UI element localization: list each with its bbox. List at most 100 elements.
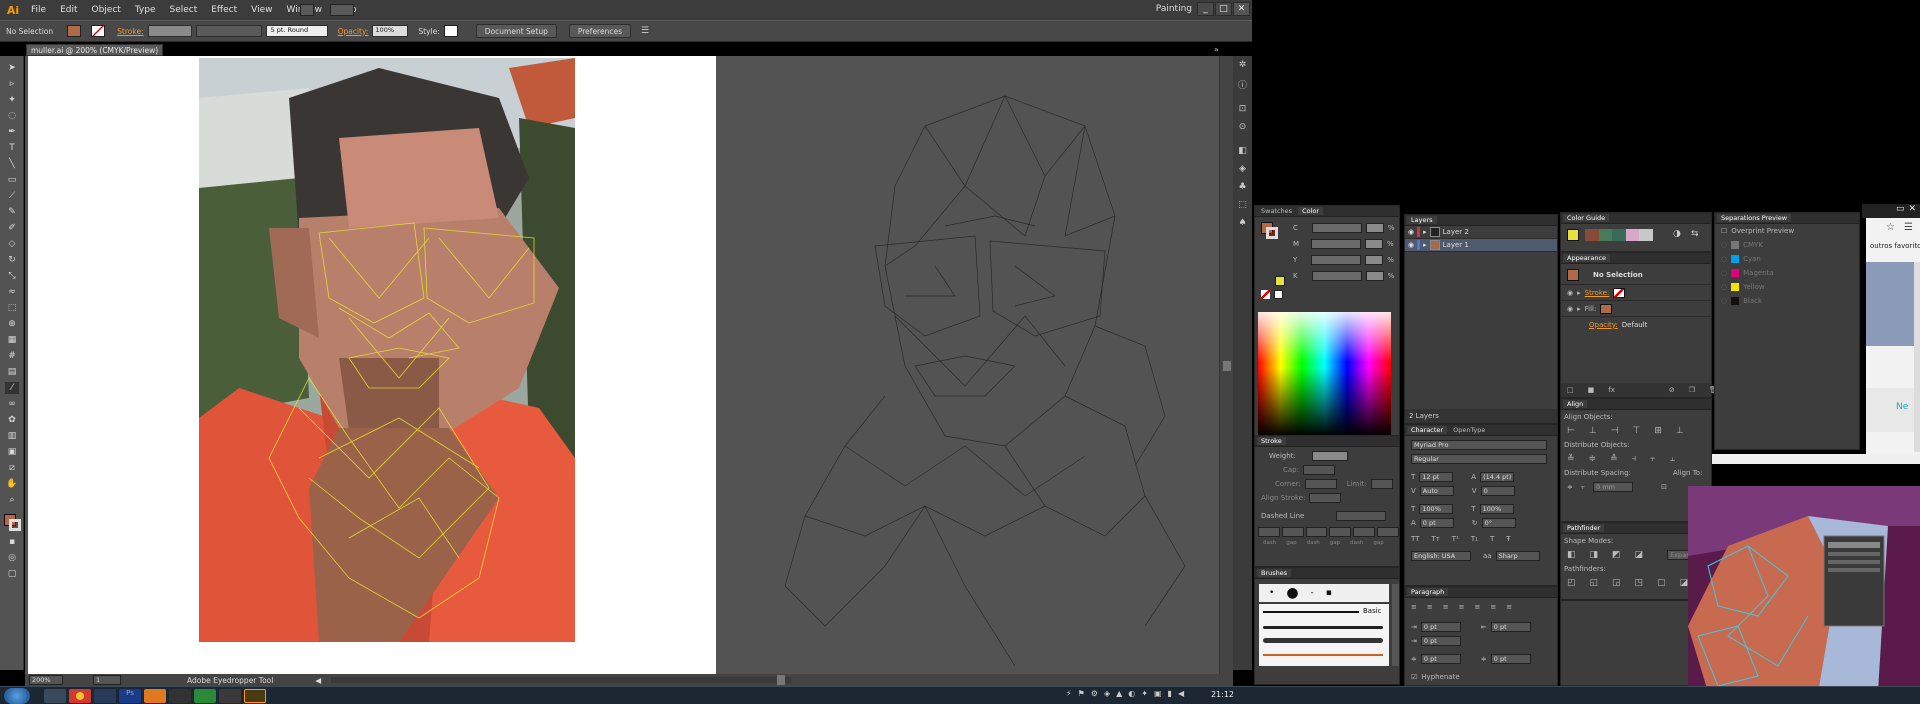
taskbar-clock[interactable]: 21:12 bbox=[1211, 690, 1234, 699]
attributes-icon[interactable]: ⊙ bbox=[1236, 122, 1249, 134]
crop-icon[interactable]: ◳ bbox=[1635, 578, 1644, 588]
justify-all-icon[interactable]: ≡ bbox=[1506, 603, 1512, 611]
left-indent-field[interactable]: 0 pt bbox=[1420, 622, 1461, 632]
gap-3-field[interactable] bbox=[1377, 527, 1399, 537]
column-graph-tool-icon[interactable]: ▥ bbox=[5, 430, 19, 442]
bridge-icon[interactable] bbox=[300, 4, 314, 16]
out-of-gamut-swatch[interactable] bbox=[1275, 276, 1285, 286]
tray-icon-1[interactable]: ⚡ bbox=[1066, 689, 1072, 698]
close-button[interactable]: ✕ bbox=[1233, 2, 1250, 16]
menu-type[interactable]: Type bbox=[128, 5, 163, 15]
weight-field[interactable] bbox=[1311, 451, 1348, 461]
appearance-stroke-label[interactable]: Stroke: bbox=[1585, 289, 1610, 297]
slider-m[interactable] bbox=[1311, 239, 1362, 249]
brush-calligraphic-icon[interactable]: ▪ bbox=[1326, 588, 1332, 598]
symbols-icon[interactable]: ♣ bbox=[1236, 182, 1249, 194]
dashed-line-label[interactable]: Dashed Line bbox=[1261, 512, 1304, 520]
type-tool-icon[interactable]: T bbox=[5, 142, 19, 154]
menu-effect[interactable]: Effect bbox=[204, 5, 244, 15]
draw-mode-icon[interactable]: ◎ bbox=[5, 552, 19, 564]
dist-top-icon[interactable]: ≚ bbox=[1567, 454, 1575, 464]
volume-icon[interactable]: ◀ bbox=[1178, 689, 1184, 698]
duplicate-item-icon[interactable]: ❐ bbox=[1689, 386, 1695, 394]
tray-icon-7[interactable]: ✦ bbox=[1141, 689, 1148, 698]
edit-colors-icon[interactable]: ◑ bbox=[1673, 229, 1681, 239]
add-effect-icon[interactable]: fx bbox=[1608, 386, 1615, 394]
unite-icon[interactable]: ◧ bbox=[1567, 550, 1576, 560]
tray-icon-3[interactable]: ⚙ bbox=[1091, 689, 1098, 698]
color-spectrum[interactable] bbox=[1258, 312, 1391, 436]
clear-appearance-icon[interactable]: ⊘ bbox=[1669, 386, 1675, 394]
align-left-icon[interactable]: ≡ bbox=[1411, 603, 1417, 611]
slider-c[interactable] bbox=[1311, 223, 1362, 233]
cap-buttons[interactable] bbox=[1302, 465, 1335, 475]
artboard-navigation-field[interactable]: 1 bbox=[93, 675, 121, 685]
links-icon[interactable]: ♠ bbox=[1236, 218, 1249, 230]
scroll-left-icon[interactable]: ◀ bbox=[315, 676, 321, 685]
panel-icon-1[interactable]: ✲ bbox=[1236, 60, 1249, 72]
appearance-fill-label[interactable]: Fill: bbox=[1585, 305, 1597, 313]
dash-3-field[interactable] bbox=[1353, 527, 1376, 537]
brush-definition-field[interactable]: 5 pt. Round bbox=[265, 25, 328, 37]
control-panel-menu-icon[interactable]: ☰ bbox=[641, 26, 649, 36]
brush-small-icon[interactable]: • bbox=[1269, 588, 1274, 598]
minus-back-icon[interactable]: ◪ bbox=[1680, 578, 1689, 588]
align-left-edge-icon[interactable]: ⊢ bbox=[1567, 426, 1575, 436]
vertical-scrollbar[interactable] bbox=[1219, 56, 1233, 674]
dist-left-icon[interactable]: ⫞ bbox=[1632, 454, 1637, 464]
corner-buttons[interactable] bbox=[1304, 479, 1337, 489]
horizontal-scale-field[interactable]: 100% bbox=[1479, 504, 1514, 514]
harmony-swatches[interactable] bbox=[1585, 229, 1653, 241]
tray-icon-8[interactable]: ▣ bbox=[1154, 689, 1162, 698]
spacing-field[interactable]: 0 mm bbox=[1593, 482, 1634, 492]
font-family-field[interactable]: Myriad Pro bbox=[1411, 440, 1547, 450]
overprint-checkbox[interactable]: ☐ bbox=[1721, 227, 1727, 235]
save-color-group-icon[interactable]: ⇆ bbox=[1691, 229, 1699, 239]
blob-brush-tool-icon[interactable]: ✐ bbox=[5, 222, 19, 234]
fill-expand-icon[interactable]: ▸ bbox=[1577, 305, 1581, 313]
white-swatch[interactable] bbox=[1274, 290, 1283, 299]
bookmark-star-icon[interactable]: ☆ bbox=[1886, 222, 1895, 233]
pen-tool-icon[interactable]: ✒ bbox=[5, 126, 19, 138]
align-bottom-icon[interactable]: ⊥ bbox=[1676, 426, 1684, 436]
layer-row[interactable]: ◉ ▸ Layer 2 bbox=[1405, 226, 1557, 239]
layer-name[interactable]: Layer 1 bbox=[1443, 241, 1469, 249]
font-style-field[interactable]: Regular bbox=[1411, 454, 1547, 464]
leading-field[interactable]: (14.4 pt) bbox=[1480, 472, 1515, 482]
space-before-field[interactable]: 0 pt bbox=[1420, 654, 1461, 664]
justify-left-icon[interactable]: ≡ bbox=[1459, 603, 1465, 611]
color-mode-icon[interactable]: ▪ bbox=[5, 536, 19, 548]
hand-tool-icon[interactable]: ✋ bbox=[5, 478, 19, 490]
intersect-icon[interactable]: ◩ bbox=[1612, 550, 1621, 560]
perspective-grid-tool-icon[interactable]: ▦ bbox=[5, 334, 19, 346]
rectangle-tool-icon[interactable]: ▭ bbox=[5, 174, 19, 186]
visibility-eye-icon[interactable]: ◉ bbox=[1408, 241, 1414, 249]
zoom-tool-icon[interactable]: ⌕ bbox=[5, 494, 19, 506]
dash-2-field[interactable] bbox=[1305, 527, 1328, 537]
info-icon[interactable]: ⓘ bbox=[1236, 78, 1249, 91]
dist-right-icon[interactable]: ⫠ bbox=[1670, 454, 1675, 464]
brush-strokes-list[interactable]: Basic bbox=[1259, 604, 1389, 666]
align-top-icon[interactable]: ⊤ bbox=[1633, 426, 1641, 436]
start-button[interactable] bbox=[4, 687, 30, 704]
layer-row[interactable]: ◉ ▸ Layer 1 bbox=[1405, 239, 1557, 252]
lasso-tool-icon[interactable]: ◌ bbox=[5, 110, 19, 122]
tray-icon-2[interactable]: ⚑ bbox=[1078, 689, 1085, 698]
maximize-button[interactable]: □ bbox=[1215, 2, 1232, 16]
menu-view[interactable]: View bbox=[244, 5, 279, 15]
document-tab[interactable]: muller.ai @ 200% (CMYK/Preview) bbox=[26, 44, 164, 56]
menu-select[interactable]: Select bbox=[162, 5, 204, 15]
limit-field[interactable] bbox=[1370, 479, 1393, 489]
browser-menu-icon[interactable]: ☰ bbox=[1904, 222, 1913, 233]
stroke-weight-field[interactable] bbox=[147, 25, 192, 37]
transform-icon[interactable]: ⬚ bbox=[1236, 200, 1249, 212]
direct-selection-tool-icon[interactable]: ▹ bbox=[5, 78, 19, 90]
none-swatch[interactable] bbox=[1261, 290, 1270, 299]
merge-icon[interactable]: ◲ bbox=[1612, 578, 1621, 588]
value-y[interactable] bbox=[1365, 255, 1384, 265]
outline-icon[interactable]: ▢ bbox=[1657, 578, 1666, 588]
slider-y[interactable] bbox=[1311, 255, 1362, 265]
superscript-icon[interactable]: T¹ bbox=[1452, 535, 1459, 543]
ink-visibility-icon[interactable]: ◌ bbox=[1721, 241, 1727, 249]
opacity-field[interactable]: 100% bbox=[372, 25, 409, 37]
